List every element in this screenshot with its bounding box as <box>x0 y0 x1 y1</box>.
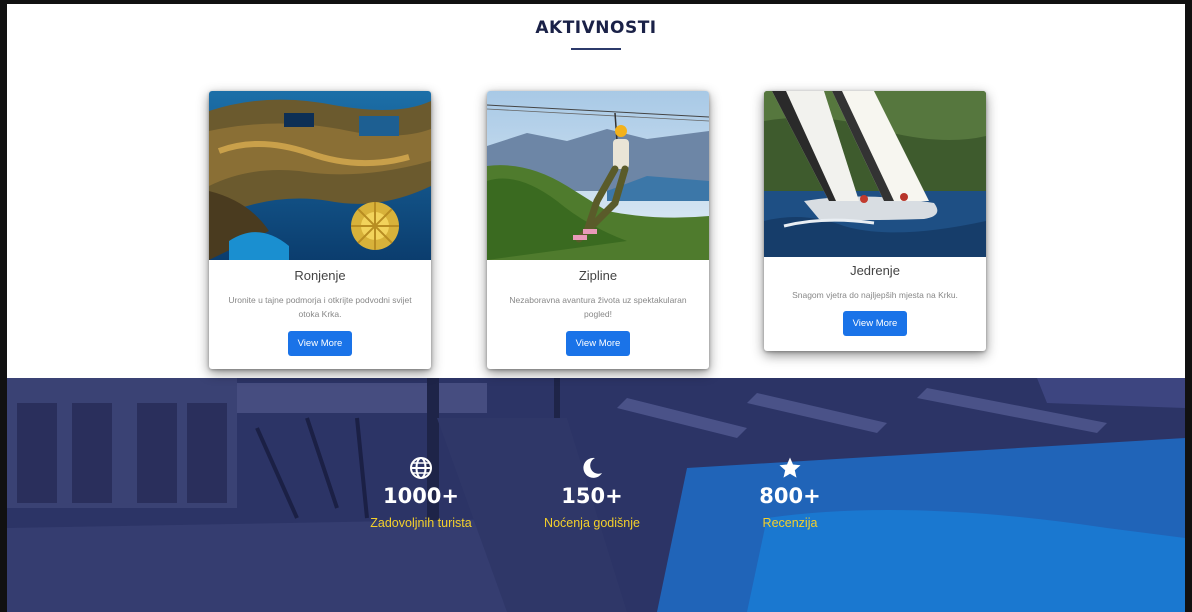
card-description: Uronite u tajne podmorja i otkrijte podv… <box>228 295 412 319</box>
title-underline <box>571 48 621 50</box>
view-more-button-zipline[interactable]: View More <box>565 331 631 356</box>
card-image-zipline <box>487 91 709 260</box>
underwater-wreck-photo <box>209 91 431 260</box>
globe-icon <box>410 457 432 479</box>
stat-nights: 150+ Noćenja godišnje <box>522 456 662 530</box>
card-title: Jedrenje <box>850 263 900 278</box>
moon-icon <box>583 457 602 478</box>
view-more-button-jedrenje[interactable]: View More <box>842 311 908 336</box>
card-image-jedrenje <box>764 91 986 257</box>
activity-card-ronjenje: Ronjenje Uronite u tajne podmorja i otkr… <box>209 91 431 369</box>
star-icon <box>779 457 801 478</box>
stat-label: Zadovoljnih turista <box>370 516 472 530</box>
page: AKTIVNOSTI Ronjenje Uronite u tajne podm… <box>7 4 1185 612</box>
sailing-photo <box>764 91 986 257</box>
zipline-photo <box>487 91 709 260</box>
stat-label: Recenzija <box>762 516 818 530</box>
stat-tourists: 1000+ Zadovoljnih turista <box>351 456 491 530</box>
activity-card-zipline: Zipline Nezaboravna avantura života uz s… <box>487 91 709 369</box>
activity-card-jedrenje: Jedrenje Snagom vjetra do najljepših mje… <box>764 91 986 351</box>
stat-number: 800+ <box>759 484 821 508</box>
card-image-ronjenje <box>209 91 431 260</box>
card-description: Snagom vjetra do najljepših mjesta na Kr… <box>792 290 958 300</box>
card-title: Ronjenje <box>294 268 346 283</box>
stat-label: Noćenja godišnje <box>544 516 640 530</box>
view-more-button-ronjenje[interactable]: View More <box>287 331 353 356</box>
stats-section: 1000+ Zadovoljnih turista 150+ Noćenja g… <box>7 378 1185 612</box>
section-title: AKTIVNOSTI <box>535 18 657 38</box>
card-title: Zipline <box>578 268 618 283</box>
stat-reviews: 800+ Recenzija <box>720 456 860 530</box>
card-description: Nezaboravna avantura života uz spektakul… <box>509 295 687 319</box>
stat-number: 1000+ <box>382 484 460 508</box>
stat-number: 150+ <box>561 484 623 508</box>
